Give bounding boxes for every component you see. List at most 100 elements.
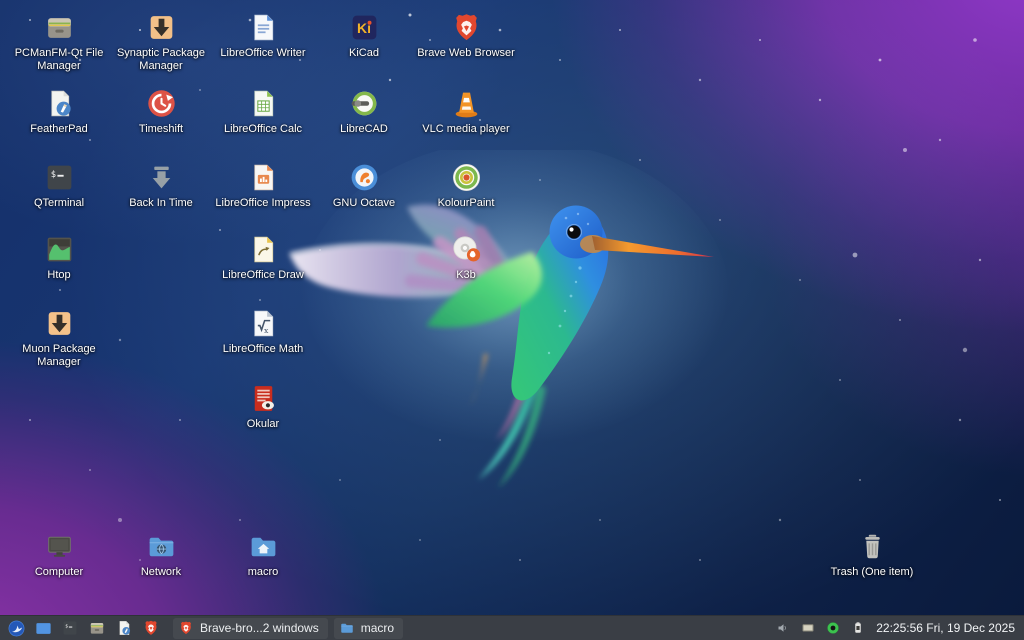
synaptic-icon bbox=[145, 11, 178, 44]
pcmanfm-icon bbox=[88, 619, 106, 637]
desktop-icon-okular[interactable]: Okular bbox=[213, 381, 313, 431]
desktop-icon-synaptic-package-manager[interactable]: Synaptic Package Manager bbox=[111, 10, 211, 74]
battery-tray-icon bbox=[850, 620, 866, 636]
system-tray: 22:25:56 Fri, 19 Dec 2025 bbox=[774, 618, 1019, 639]
desktop-icon-librecad[interactable]: LibreCAD bbox=[314, 86, 414, 136]
tray-volume-icon[interactable] bbox=[774, 618, 792, 639]
desktop-icon-libreoffice-calc[interactable]: LibreOffice Calc bbox=[213, 86, 313, 136]
tray-record-tray-icon[interactable] bbox=[824, 618, 842, 639]
brave-icon bbox=[450, 11, 483, 44]
quick-launch-featherpad[interactable] bbox=[113, 618, 135, 639]
svg-text:x: x bbox=[264, 326, 269, 335]
computer-icon bbox=[43, 530, 76, 563]
desktop-icon-label: macro bbox=[248, 566, 279, 579]
task-button-label: macro bbox=[361, 621, 394, 635]
desktop-icon-macro[interactable]: macro bbox=[213, 529, 313, 579]
octave-icon bbox=[348, 161, 381, 194]
desktop-icon-computer[interactable]: Computer bbox=[9, 529, 109, 579]
desktop-icon-label: Timeshift bbox=[139, 123, 183, 136]
desktop-icon-muon-package-manager[interactable]: Muon Package Manager bbox=[9, 306, 109, 370]
taskbar: $ Brave-bro...2 windows macro 22:25:56 Fr… bbox=[0, 615, 1024, 640]
desktop-icon-label: LibreOffice Draw bbox=[222, 269, 304, 282]
desktop-icon-label: Okular bbox=[247, 418, 279, 431]
desktop-icon-brave-web-browser[interactable]: Brave Web Browser bbox=[416, 10, 516, 60]
desktop-icon-libreoffice-draw[interactable]: LibreOffice Draw bbox=[213, 232, 313, 282]
librecad-icon bbox=[348, 87, 381, 120]
quick-launch-area: $ bbox=[59, 618, 162, 639]
timeshift-icon bbox=[145, 87, 178, 120]
qterminal-icon: $ bbox=[43, 161, 76, 194]
task-button-area: Brave-bro...2 windows macro bbox=[167, 618, 403, 639]
task-button-brave-bro-2-windows[interactable]: Brave-bro...2 windows bbox=[173, 618, 328, 639]
desktop-icon-timeshift[interactable]: Timeshift bbox=[111, 86, 211, 136]
desktop-icon-label: K3b bbox=[456, 269, 476, 282]
lo-draw-icon bbox=[247, 233, 280, 266]
desktop-icon-label: Network bbox=[141, 566, 181, 579]
desktop-icon-label: Back In Time bbox=[129, 197, 193, 210]
desktop-icon-label: KiCad bbox=[349, 47, 379, 60]
desktop-icon-kicad[interactable]: KiKiCad bbox=[314, 10, 414, 60]
trash-icon bbox=[856, 530, 889, 563]
desktop-icon-libreoffice-writer[interactable]: LibreOffice Writer bbox=[213, 10, 313, 60]
desktop-icon-libreoffice-impress[interactable]: LibreOffice Impress bbox=[213, 160, 313, 210]
desktop-icon-k3b[interactable]: K3b bbox=[416, 232, 516, 282]
folder-icon bbox=[339, 620, 355, 636]
brave-icon bbox=[178, 620, 194, 636]
quick-launch-pcmanfm-qt[interactable] bbox=[86, 618, 108, 639]
desktop-icon-label: Brave Web Browser bbox=[417, 47, 515, 60]
desktop-icon-label: Muon Package Manager bbox=[9, 343, 109, 370]
desktop-icon-network[interactable]: Network bbox=[111, 529, 211, 579]
desktop-icon-label: VLC media player bbox=[422, 123, 509, 136]
desktop-icon-label: QTerminal bbox=[34, 197, 84, 210]
k3b-icon bbox=[450, 233, 483, 266]
svg-text:$: $ bbox=[65, 624, 68, 630]
quick-launch-qterminal[interactable]: $ bbox=[59, 618, 81, 639]
desktop-icon-featherpad[interactable]: FeatherPad bbox=[9, 86, 109, 136]
tray-battery-tray-icon[interactable] bbox=[849, 618, 867, 639]
brave-icon bbox=[142, 619, 160, 637]
lo-calc-icon bbox=[247, 87, 280, 120]
lo-impress-icon bbox=[247, 161, 280, 194]
desktop-icon-grid: PCManFM-Qt File ManagerSynaptic Package … bbox=[0, 0, 1024, 640]
desktop-icon-htop[interactable]: Htop bbox=[9, 232, 109, 282]
lubuntu-logo-icon bbox=[7, 619, 26, 638]
desktop-icon-vlc-media-player[interactable]: VLC media player bbox=[416, 86, 516, 136]
desktop-icon-gnu-octave[interactable]: GNU Octave bbox=[314, 160, 414, 210]
featherpad-icon bbox=[115, 619, 133, 637]
okular-icon bbox=[247, 382, 280, 415]
vlc-icon bbox=[450, 87, 483, 120]
lo-math-icon: x bbox=[247, 307, 280, 340]
desktop-icon-label: LibreCAD bbox=[340, 123, 388, 136]
desktop-icon-label: GNU Octave bbox=[333, 197, 395, 210]
desktop-icon-pcmanfm-qt-file-manager[interactable]: PCManFM-Qt File Manager bbox=[9, 10, 109, 74]
desktop-icon-label: LibreOffice Calc bbox=[224, 123, 302, 136]
desktop-icon-label: Synaptic Package Manager bbox=[111, 47, 211, 74]
task-button-macro[interactable]: macro bbox=[334, 618, 403, 639]
display-tray-icon bbox=[800, 620, 816, 636]
task-button-label: Brave-bro...2 windows bbox=[200, 621, 319, 635]
desktop-icon-label: LibreOffice Impress bbox=[215, 197, 310, 210]
record-tray-icon bbox=[825, 620, 841, 636]
qterminal-icon: $ bbox=[61, 619, 79, 637]
backintime-icon bbox=[145, 161, 178, 194]
desktop-icon-kolourpaint[interactable]: KolourPaint bbox=[416, 160, 516, 210]
desktop-icon-qterminal[interactable]: $ QTerminal bbox=[9, 160, 109, 210]
htop-icon bbox=[43, 233, 76, 266]
desktop-icon-label: LibreOffice Writer bbox=[220, 47, 305, 60]
desktop-icon-trash-one-item[interactable]: Trash (One item) bbox=[810, 529, 934, 579]
desktop-icon-libreoffice-math[interactable]: x LibreOffice Math bbox=[213, 306, 313, 356]
taskbar-clock[interactable]: 22:25:56 Fri, 19 Dec 2025 bbox=[874, 621, 1019, 635]
volume-icon bbox=[775, 620, 791, 636]
desktop-icon-label: LibreOffice Math bbox=[223, 343, 304, 356]
desktop-icon-back-in-time[interactable]: Back In Time bbox=[111, 160, 211, 210]
desktop-icon-label: PCManFM-Qt File Manager bbox=[9, 47, 109, 74]
desktop-icon-label: FeatherPad bbox=[30, 123, 87, 136]
desktop-pager[interactable] bbox=[32, 618, 54, 639]
quick-launch-brave[interactable] bbox=[140, 618, 162, 639]
start-menu-button[interactable] bbox=[5, 618, 27, 639]
tray-display-tray-icon[interactable] bbox=[799, 618, 817, 639]
desktop-icon-label: Htop bbox=[47, 269, 70, 282]
muon-icon bbox=[43, 307, 76, 340]
macro-folder-icon bbox=[247, 530, 280, 563]
network-folder-icon bbox=[145, 530, 178, 563]
